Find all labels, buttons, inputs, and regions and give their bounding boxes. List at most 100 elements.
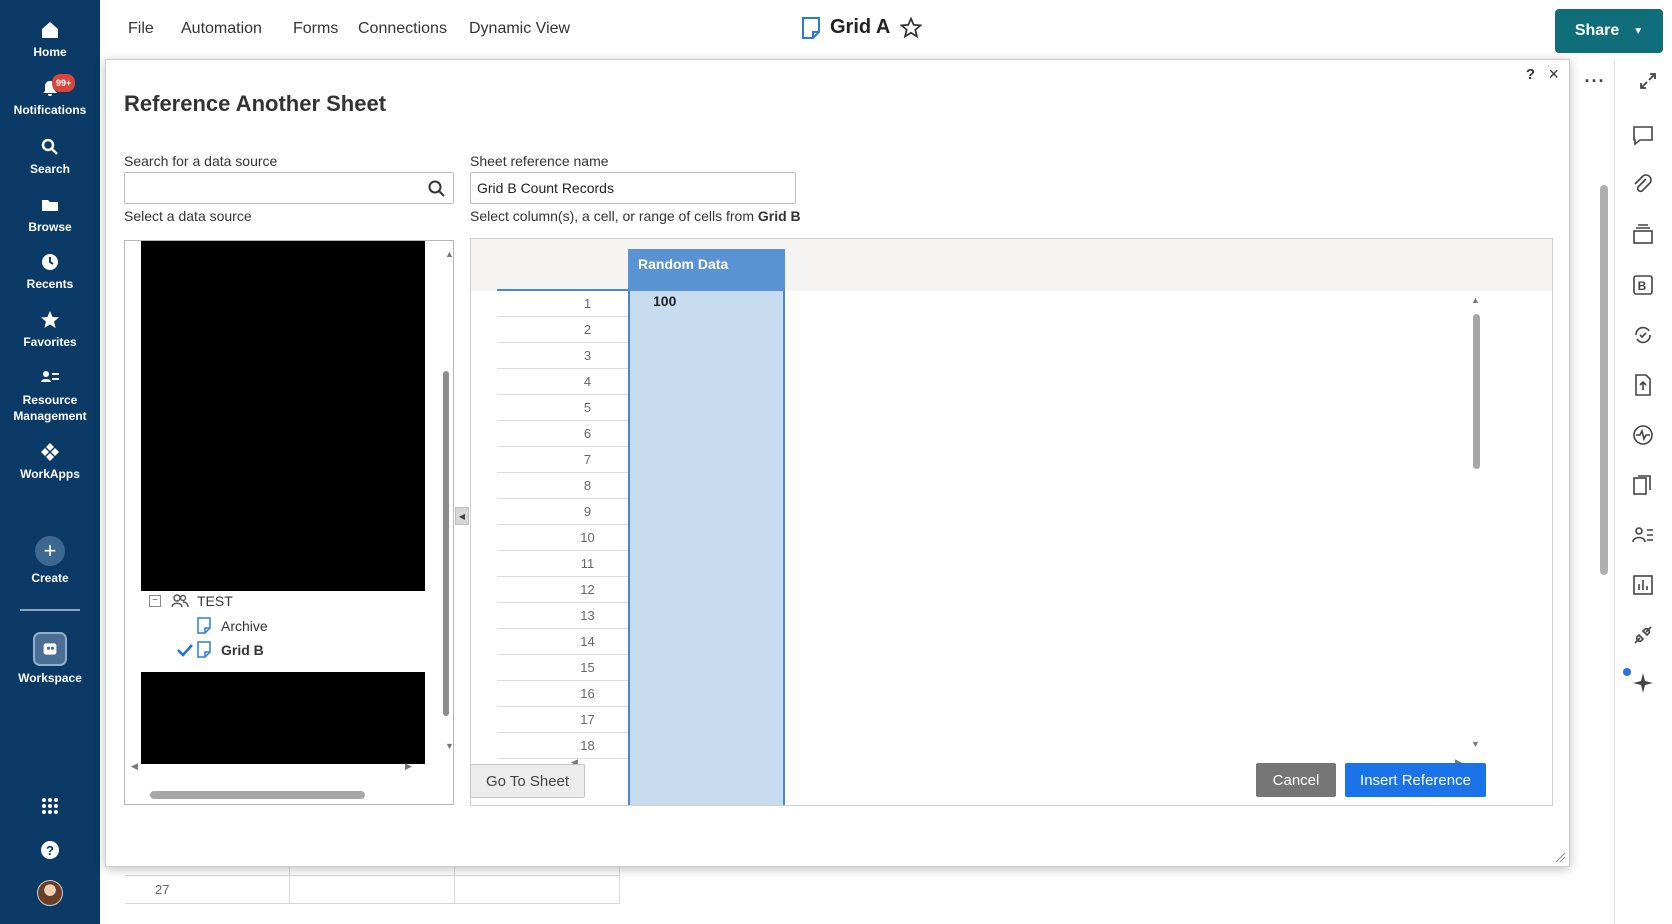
- workapps-icon: [41, 443, 59, 461]
- table-row[interactable]: 15: [497, 655, 628, 681]
- proofing-icon[interactable]: [1630, 222, 1656, 248]
- table-row[interactable]: 16: [497, 681, 628, 707]
- search-input[interactable]: [124, 172, 454, 204]
- resize-handle-icon[interactable]: [1554, 851, 1566, 863]
- tree-workspace-row[interactable]: − TEST: [149, 593, 233, 609]
- close-icon[interactable]: ×: [1548, 64, 1559, 85]
- table-row[interactable]: 1: [497, 291, 628, 317]
- table-row[interactable]: 8: [497, 473, 628, 499]
- sheet-vertical-scrollbar[interactable]: [1600, 185, 1608, 575]
- nav-divider: [20, 609, 80, 611]
- scroll-up-arrow[interactable]: ▲: [445, 249, 453, 259]
- brandfolder-icon[interactable]: B: [1630, 272, 1656, 298]
- chart-icon[interactable]: [1630, 572, 1656, 598]
- table-row[interactable]: 7: [497, 447, 628, 473]
- data-source-tree: − TEST Archive Grid B ▲ ▼ ◀ ▶: [124, 240, 454, 805]
- table-row[interactable]: 11: [497, 551, 628, 577]
- tree-item-grid-b[interactable]: Grid B: [177, 641, 264, 658]
- table-row[interactable]: 17: [497, 707, 628, 733]
- upload-file-icon[interactable]: [1630, 372, 1656, 398]
- people-list-icon[interactable]: [1630, 522, 1656, 548]
- expand-icon[interactable]: [1635, 68, 1661, 94]
- search-icon[interactable]: [427, 179, 447, 199]
- table-row[interactable]: 6: [497, 421, 628, 447]
- scroll-up-arrow[interactable]: ▲: [1471, 295, 1480, 305]
- scroll-down-arrow[interactable]: ▼: [445, 741, 453, 751]
- table-row[interactable]: 18: [497, 733, 628, 759]
- table-row[interactable]: 9: [497, 499, 628, 525]
- row-number: 27: [125, 876, 290, 903]
- nav-resource-management[interactable]: Resource Management: [0, 368, 100, 424]
- cancel-button[interactable]: Cancel: [1256, 763, 1336, 797]
- sheet-reference-label: Sheet reference name: [470, 153, 609, 169]
- right-rail: ··· B: [1585, 60, 1672, 924]
- table-row[interactable]: 3: [497, 343, 628, 369]
- avatar[interactable]: [37, 880, 63, 906]
- scroll-left-arrow[interactable]: ◀: [131, 761, 138, 772]
- summary-icon[interactable]: [1630, 472, 1656, 498]
- table-row[interactable]: 13: [497, 603, 628, 629]
- home-icon: [42, 22, 58, 38]
- comments-icon[interactable]: [1630, 122, 1656, 148]
- nav-notifications[interactable]: 99+ Notifications: [0, 74, 100, 118]
- nav-label-notifications: Notifications: [13, 103, 87, 117]
- cell-value[interactable]: 100: [653, 293, 676, 309]
- plus-icon: +: [35, 536, 65, 566]
- nav-recents[interactable]: Recents: [0, 252, 100, 292]
- help-icon[interactable]: ?: [1526, 66, 1535, 83]
- nav-home[interactable]: Home: [0, 20, 100, 60]
- attachments-icon[interactable]: [1630, 172, 1656, 198]
- panel-collapse-handle[interactable]: ◀: [455, 507, 469, 525]
- clock-icon: [42, 254, 58, 270]
- nav-favorites[interactable]: Favorites: [0, 310, 100, 350]
- share-button[interactable]: Share ▼: [1555, 9, 1663, 53]
- menu-file[interactable]: File: [128, 20, 154, 38]
- nav-browse[interactable]: Browse: [0, 195, 100, 235]
- preview-vertical-scrollbar[interactable]: [1473, 314, 1480, 469]
- table-row[interactable]: 2: [497, 317, 628, 343]
- table-row[interactable]: 5: [497, 395, 628, 421]
- scroll-right-arrow[interactable]: ▶: [405, 761, 412, 772]
- menu-automation[interactable]: Automation: [181, 20, 262, 38]
- selected-column-band[interactable]: [628, 291, 785, 805]
- redacted-block: [141, 241, 425, 591]
- nav-label-workspace: Workspace: [18, 671, 82, 685]
- nav-workspace[interactable]: Workspace: [0, 632, 100, 686]
- nav-label-workapps: WorkApps: [20, 467, 80, 481]
- table-row[interactable]: 10: [497, 525, 628, 551]
- tree-item-archive[interactable]: Archive: [197, 617, 268, 634]
- workspace-name: TEST: [197, 593, 233, 609]
- column-header-random-data[interactable]: Random Data: [628, 249, 785, 291]
- nav-workapps[interactable]: WorkApps: [0, 442, 100, 482]
- ai-sparkle-icon[interactable]: [1623, 668, 1656, 696]
- sheet-reference-input[interactable]: [470, 172, 796, 204]
- menu-forms[interactable]: Forms: [293, 20, 338, 38]
- chevron-down-icon: ▼: [1633, 25, 1644, 37]
- table-row[interactable]: 14: [497, 629, 628, 655]
- notifications-badge: 99+: [52, 74, 76, 92]
- redacted-block: [141, 672, 425, 764]
- insert-reference-button[interactable]: Insert Reference: [1345, 763, 1486, 797]
- connection-icon[interactable]: [1630, 622, 1656, 648]
- menu-dynamic-view[interactable]: Dynamic View: [469, 20, 570, 38]
- scroll-down-arrow[interactable]: ▼: [1471, 739, 1480, 749]
- collapse-icon[interactable]: −: [149, 595, 161, 607]
- tree-item-label: Grid B: [221, 641, 264, 658]
- tree-vertical-scrollbar[interactable]: [443, 371, 449, 716]
- tree-horizontal-scrollbar[interactable]: [150, 791, 365, 799]
- reference-sheet-dialog: Reference Another Sheet ? × Search for a…: [105, 59, 1570, 867]
- table-row[interactable]: 4: [497, 369, 628, 395]
- favorite-star-icon[interactable]: [900, 16, 923, 39]
- activity-log-icon[interactable]: [1630, 422, 1656, 448]
- more-options-icon[interactable]: ···: [1582, 68, 1608, 94]
- table-row[interactable]: 12: [497, 577, 628, 603]
- select-columns-prefix: Select column(s), a cell, or range of ce…: [470, 208, 758, 224]
- nav-create[interactable]: + Create: [0, 536, 100, 586]
- left-navigation: Home 99+ Notifications Search Browse Rec…: [0, 0, 100, 924]
- go-to-sheet-button[interactable]: Go To Sheet: [470, 764, 585, 798]
- menu-connections[interactable]: Connections: [358, 20, 447, 38]
- apps-launcher[interactable]: [0, 796, 100, 820]
- nav-search[interactable]: Search: [0, 137, 100, 177]
- help-button[interactable]: ?: [0, 840, 100, 864]
- activity-sync-icon[interactable]: [1630, 322, 1656, 348]
